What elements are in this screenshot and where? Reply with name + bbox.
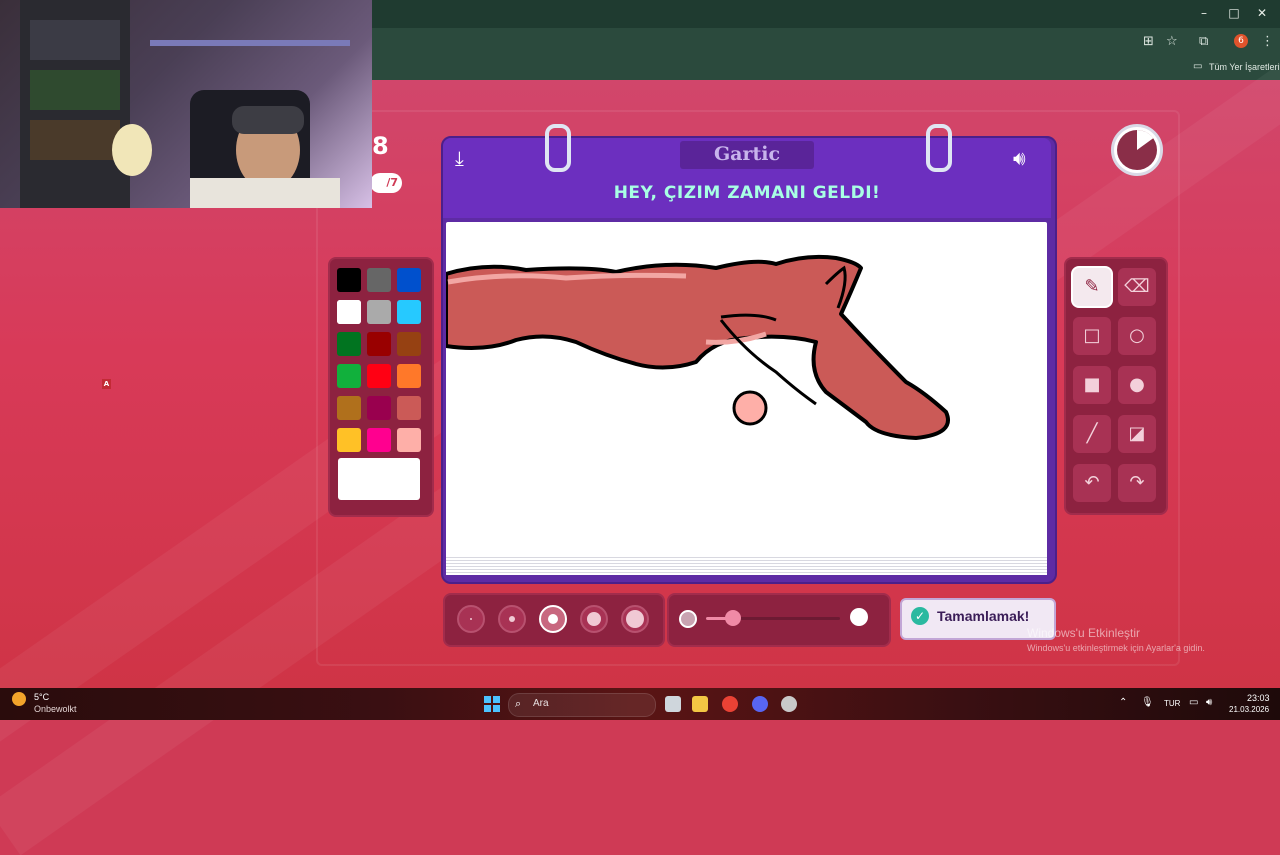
- color-swatch[interactable]: [397, 268, 421, 292]
- color-swatch[interactable]: [337, 268, 361, 292]
- color-swatch[interactable]: [337, 396, 361, 420]
- network-icon[interactable]: ▭: [1189, 697, 1198, 708]
- brush-size-dot: [587, 612, 601, 626]
- color-swatch[interactable]: [337, 364, 361, 388]
- weather-desc: Onbewolkt: [34, 704, 77, 714]
- weather-temp: 5°C: [34, 692, 50, 702]
- file-explorer-icon[interactable]: [692, 696, 708, 712]
- color-swatch[interactable]: [397, 300, 421, 324]
- timer: [1111, 124, 1163, 176]
- translate-icon[interactable]: ⊞: [1143, 34, 1154, 49]
- maximize-icon[interactable]: □: [1227, 6, 1241, 20]
- score-partial: 8: [372, 132, 389, 160]
- done-button-label: Tamamlamak!: [937, 608, 1030, 624]
- profile-avatar[interactable]: 6: [1234, 34, 1248, 48]
- circle-fill-icon[interactable]: ●: [1118, 366, 1156, 404]
- color-swatch[interactable]: [397, 364, 421, 388]
- activation-watermark-subtitle: Windows'u etkinleştirmek için Ayarlar'a …: [1027, 643, 1205, 653]
- brush-size-dot: [548, 614, 558, 624]
- brush-size-dot: [626, 610, 644, 628]
- settings-icon[interactable]: [781, 696, 797, 712]
- color-swatch[interactable]: [397, 428, 421, 452]
- brush-size-option[interactable]: [539, 605, 567, 633]
- timer-dial: [1117, 130, 1157, 170]
- task-view-icon[interactable]: [665, 696, 681, 712]
- weather-icon[interactable]: [12, 692, 26, 706]
- webcam-feed: [20, 0, 350, 208]
- search-label: Ara: [533, 698, 549, 709]
- line-icon[interactable]: ╱: [1073, 415, 1111, 453]
- notebook-ring: [926, 124, 952, 172]
- star-icon[interactable]: ☆: [1166, 34, 1178, 49]
- round-badge: /7: [370, 173, 402, 193]
- search-icon: ⌕: [515, 697, 522, 710]
- color-swatch[interactable]: [337, 332, 361, 356]
- color-swatch[interactable]: [367, 268, 391, 292]
- color-swatch[interactable]: [367, 332, 391, 356]
- clock-time[interactable]: 23:03: [1247, 693, 1270, 703]
- color-swatch[interactable]: [367, 300, 391, 324]
- download-icon[interactable]: ⤓: [455, 146, 464, 170]
- fill-bucket-icon[interactable]: ◪: [1118, 415, 1156, 453]
- drawing-canvas[interactable]: [444, 222, 1047, 568]
- color-swatch[interactable]: [397, 396, 421, 420]
- brush-size-option[interactable]: [580, 605, 608, 633]
- activation-watermark-title: Windows'u Etkinleştir: [1027, 626, 1140, 640]
- brush-size-dot: [470, 618, 472, 620]
- extensions-icon[interactable]: ⧉: [1199, 34, 1208, 49]
- canvas-drawing: [444, 254, 950, 440]
- square-outline-icon[interactable]: □: [1073, 317, 1111, 355]
- opacity-min-icon: [679, 610, 697, 628]
- discord-icon[interactable]: [752, 696, 768, 712]
- color-swatch[interactable]: [397, 332, 421, 356]
- color-swatch[interactable]: [367, 396, 391, 420]
- color-swatch[interactable]: [337, 300, 361, 324]
- color-swatch[interactable]: [337, 428, 361, 452]
- webcam-overlay: [0, 0, 372, 208]
- color-swatch[interactable]: [367, 428, 391, 452]
- microphone-icon[interactable]: 🎙︎: [1141, 697, 1154, 708]
- notebook-ring: [545, 124, 571, 172]
- chrome-icon[interactable]: [722, 696, 738, 712]
- cursor-marker: A: [102, 379, 111, 389]
- language-indicator[interactable]: TUR: [1164, 699, 1180, 708]
- minimize-icon[interactable]: –: [1197, 6, 1211, 20]
- game-logo: Gartic: [713, 143, 781, 165]
- brush-size-option[interactable]: [498, 605, 526, 633]
- brush-size-dot: [509, 616, 515, 622]
- color-swatch[interactable]: [367, 364, 391, 388]
- undo-icon[interactable]: ↶: [1073, 464, 1111, 502]
- tray-chevron-icon[interactable]: ⌃: [1119, 697, 1127, 708]
- circle-outline-icon[interactable]: ○: [1118, 317, 1156, 355]
- brush-size-option[interactable]: [457, 605, 485, 633]
- redo-icon[interactable]: ↷: [1118, 464, 1156, 502]
- opacity-slider-thumb[interactable]: [724, 610, 741, 626]
- eraser-icon[interactable]: ⌫: [1118, 268, 1156, 306]
- square-fill-icon[interactable]: ■: [1073, 366, 1111, 404]
- clock-date[interactable]: 21.03.2026: [1229, 705, 1269, 714]
- notebook-pages: [446, 555, 1047, 575]
- brush-size-option[interactable]: [621, 605, 649, 633]
- folder-icon: ▭: [1193, 61, 1203, 72]
- volume-icon[interactable]: 🔊︎: [1206, 697, 1212, 708]
- opacity-max-icon: [850, 608, 868, 626]
- check-icon: ✓: [911, 607, 929, 625]
- close-icon[interactable]: ✕: [1255, 6, 1269, 20]
- sound-icon[interactable]: 🔊︎: [1013, 146, 1026, 170]
- current-color-preview: [338, 458, 420, 500]
- menu-kebab-icon[interactable]: ⋮: [1261, 34, 1274, 49]
- prompt-title: HEY, ÇIZIM ZAMANI GELDI!: [613, 183, 881, 203]
- pencil-icon[interactable]: ✎: [1073, 268, 1111, 306]
- windows-start-icon[interactable]: [484, 696, 500, 712]
- taskbar-search[interactable]: [508, 693, 656, 717]
